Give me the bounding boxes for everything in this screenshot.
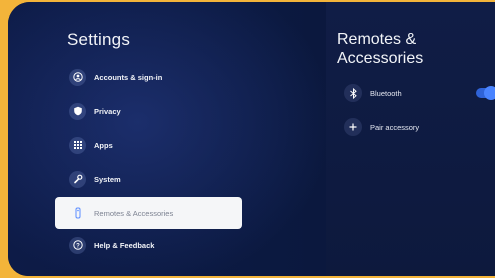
menu-item-label: Remotes & Accessories — [94, 208, 174, 218]
section-title-line2: Accessories — [337, 50, 424, 67]
bluetooth-setting[interactable]: Bluetooth — [344, 83, 402, 103]
menu-item-help-feedback[interactable]: ? Help & Feedback — [55, 229, 242, 261]
plus-icon — [344, 118, 362, 136]
menu-item-label: Accounts & sign-in — [94, 72, 163, 82]
bluetooth-toggle-knob — [484, 86, 495, 100]
remote-icon — [69, 205, 86, 222]
section-title-line1: Remotes & — [337, 31, 417, 48]
menu-item-apps[interactable]: Apps — [55, 129, 242, 161]
settings-title: Settings — [67, 30, 131, 49]
pair-accessory-button[interactable]: Pair accessory — [344, 117, 419, 137]
help-icon: ? — [69, 236, 86, 254]
wrench-icon — [69, 170, 86, 188]
menu-item-accounts[interactable]: Accounts & sign-in — [55, 61, 242, 93]
menu-item-label: Help & Feedback — [94, 240, 155, 250]
menu-item-remotes-accessories[interactable]: Remotes & Accessories — [55, 197, 242, 229]
shield-icon — [69, 102, 86, 120]
account-icon — [69, 68, 86, 86]
menu-item-system[interactable]: System — [55, 163, 242, 195]
pair-accessory-label: Pair accessory — [370, 122, 420, 132]
menu-item-label: System — [94, 174, 121, 184]
menu-item-label: Apps — [94, 140, 113, 150]
section-title: Remotes & Accessories — [337, 30, 423, 68]
bluetooth-label: Bluetooth — [370, 88, 402, 98]
apps-grid-icon — [69, 136, 86, 154]
menu-item-label: Privacy — [94, 106, 121, 116]
bluetooth-icon — [344, 84, 362, 102]
svg-text:?: ? — [76, 243, 80, 249]
menu-item-privacy[interactable]: Privacy — [55, 95, 242, 127]
